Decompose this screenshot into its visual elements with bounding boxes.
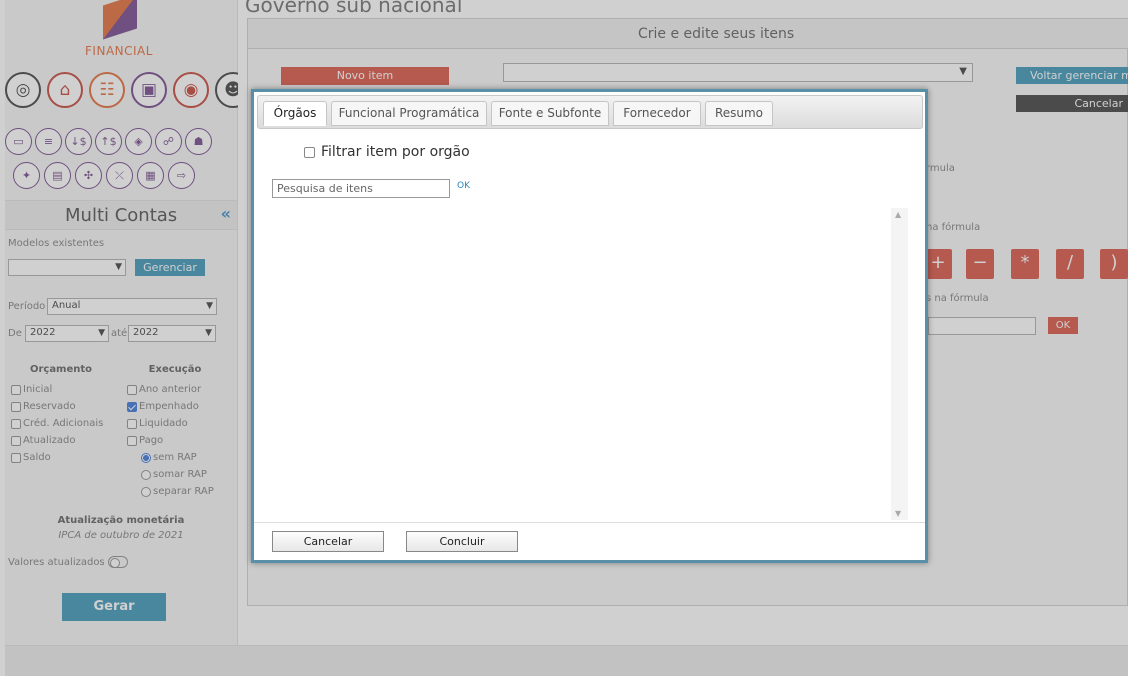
filter-by-organ-checkbox[interactable] bbox=[304, 146, 315, 158]
cancel-button[interactable]: Cancelar bbox=[272, 531, 384, 552]
modal-tab-bar: Órgãos Funcional Programática Fonte e Su… bbox=[257, 95, 923, 129]
items-list-scrollbar[interactable]: ▲ ▼ bbox=[891, 208, 908, 520]
filter-by-organ-row[interactable]: Filtrar item por orgão bbox=[304, 144, 470, 160]
modal-footer: Cancelar Concluir bbox=[254, 522, 925, 560]
items-list[interactable]: ▲ ▼ bbox=[272, 208, 908, 520]
tab-fornecedor[interactable]: Fornecedor bbox=[613, 101, 701, 126]
scroll-up-icon[interactable]: ▲ bbox=[895, 210, 901, 219]
tab-funcional-programatica[interactable]: Funcional Programática bbox=[331, 101, 487, 126]
tab-orgaos[interactable]: Órgãos bbox=[263, 101, 327, 126]
tab-resumo[interactable]: Resumo bbox=[705, 101, 773, 126]
item-filter-modal: Órgãos Funcional Programática Fonte e Su… bbox=[251, 89, 928, 563]
scroll-down-icon[interactable]: ▼ bbox=[895, 509, 901, 518]
search-ok-link[interactable]: OK bbox=[457, 181, 470, 191]
confirm-button[interactable]: Concluir bbox=[406, 531, 518, 552]
tab-fonte-subfonte[interactable]: Fonte e Subfonte bbox=[491, 101, 609, 126]
item-search-input[interactable] bbox=[272, 179, 450, 198]
filter-by-organ-label: Filtrar item por orgão bbox=[321, 144, 470, 160]
